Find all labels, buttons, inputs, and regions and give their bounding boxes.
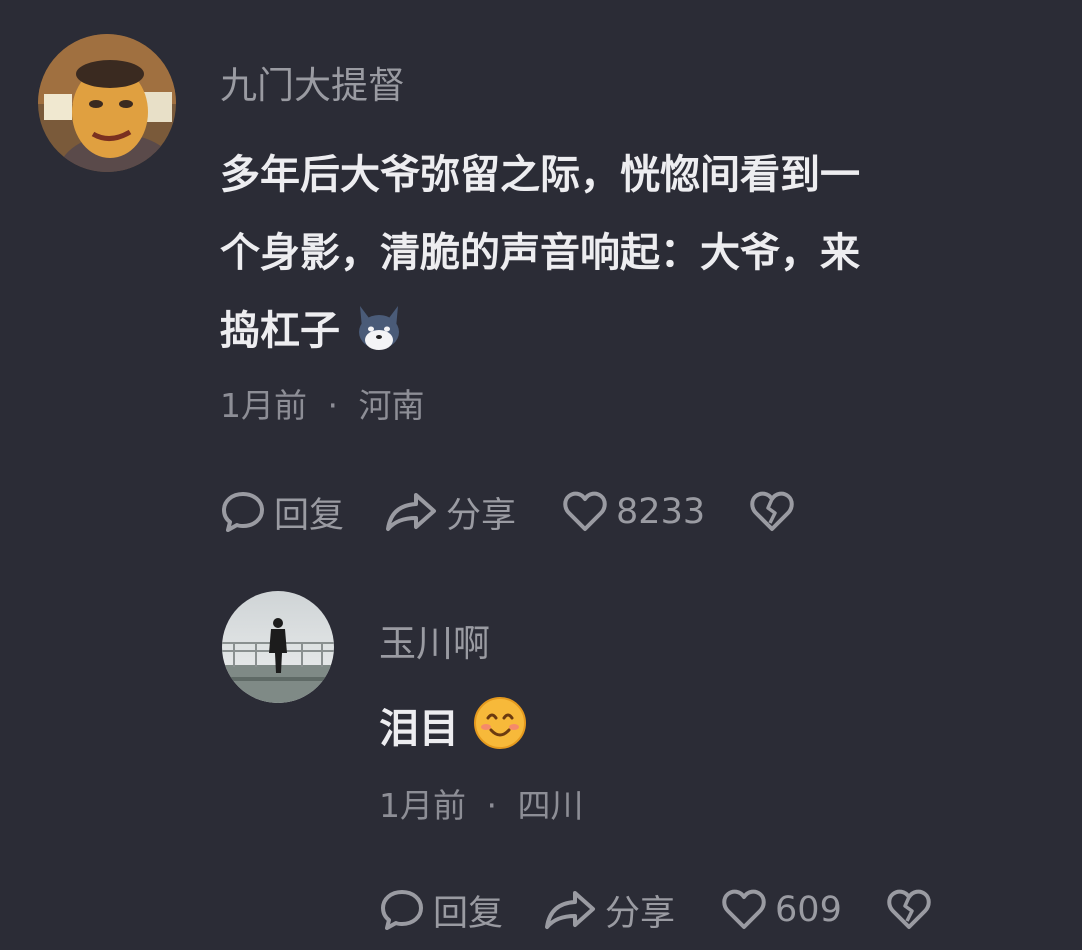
comment-location: 四川: [517, 786, 584, 825]
dislike-button[interactable]: [749, 488, 795, 536]
comment-thread: 九门大提督 多年后大爷弥留之际，恍惚间看到一 个身影，清脆的声音响起：大爷，来 …: [0, 0, 1082, 950]
comment-time: 1月前: [220, 386, 307, 425]
comment-time: 1月前: [379, 786, 466, 825]
username[interactable]: 玉川啊: [379, 622, 490, 666]
avatar[interactable]: [38, 34, 176, 172]
reply-button[interactable]: 回复: [379, 886, 503, 934]
speech-bubble-icon: [379, 888, 425, 932]
comment-text: 泪目: [379, 690, 527, 776]
meta-separator: ·: [486, 786, 498, 825]
comment-actions: 回复 分享 609: [379, 886, 932, 934]
share-arrow-icon: [543, 889, 597, 931]
share-button[interactable]: 分享: [543, 886, 675, 934]
share-label: 分享: [446, 495, 517, 536]
like-button[interactable]: 609: [721, 886, 842, 934]
meta-separator: ·: [327, 386, 339, 425]
comment-meta: 1月前 · 四川: [379, 786, 584, 826]
like-button[interactable]: 8233: [562, 488, 705, 536]
comment-line: 泪目: [379, 690, 527, 776]
comment-location: 河南: [358, 386, 425, 425]
share-label: 分享: [605, 893, 676, 934]
heart-outline-icon: [721, 889, 767, 931]
heart-outline-icon: [562, 491, 608, 533]
reply-label: 回复: [274, 495, 345, 536]
reply-button[interactable]: 回复: [220, 488, 344, 536]
like-count: 8233: [616, 492, 706, 532]
like-count: 609: [775, 890, 842, 930]
comment-actions: 回复 分享 8233: [220, 488, 795, 536]
comment-line-text: 捣杠子: [220, 308, 340, 354]
smiling-face-emoji: [473, 696, 527, 776]
comment-line: 多年后大爷弥留之际，恍惚间看到一: [220, 152, 860, 198]
comment-line: 捣杠子: [220, 292, 860, 378]
comment-text: 多年后大爷弥留之际，恍惚间看到一 个身影，清脆的声音响起：大爷，来 捣杠子: [220, 136, 860, 378]
speech-bubble-icon: [220, 490, 266, 534]
comment-line-text: 泪目: [379, 706, 459, 752]
comment-line: 个身影，清脆的声音响起：大爷，来: [220, 230, 860, 276]
share-button[interactable]: 分享: [384, 488, 516, 536]
wolf-face-emoji: [354, 300, 404, 378]
avatar[interactable]: [222, 591, 334, 703]
comment-meta: 1月前 · 河南: [220, 386, 425, 426]
share-arrow-icon: [384, 491, 438, 533]
username[interactable]: 九门大提督: [220, 64, 405, 108]
reply-label: 回复: [433, 893, 504, 934]
broken-heart-icon: [886, 889, 932, 931]
broken-heart-icon: [749, 491, 795, 533]
dislike-button[interactable]: [886, 886, 932, 934]
